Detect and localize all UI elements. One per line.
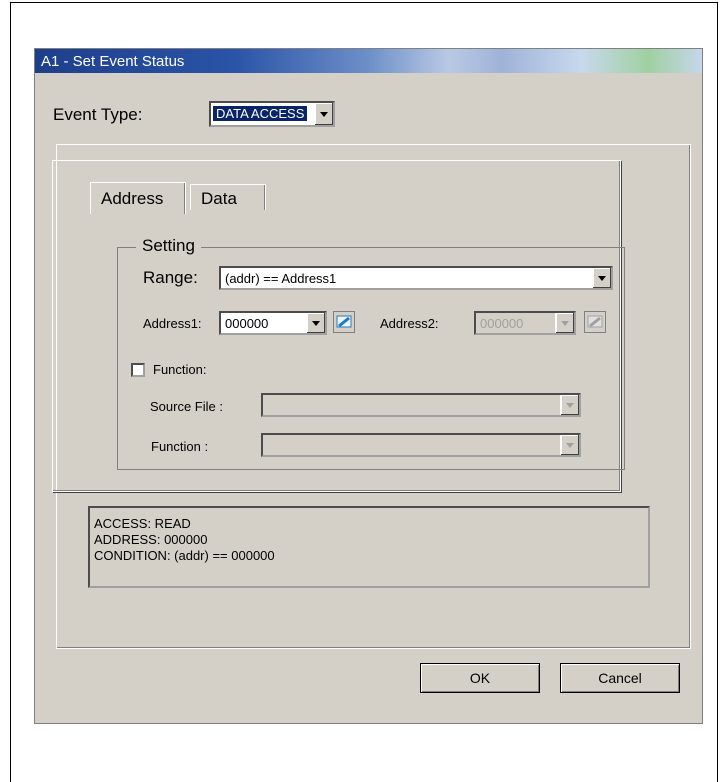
dropdown-arrow-icon[interactable]	[555, 313, 574, 333]
address-browse-icon	[587, 315, 603, 328]
address1-label: Address1:	[143, 316, 202, 331]
address-browse-icon	[336, 315, 352, 328]
address2-browse-button[interactable]	[584, 311, 606, 333]
address2-value: 000000	[480, 316, 524, 331]
event-type-label: Event Type:	[53, 105, 143, 124]
summary-line: ACCESS: READ	[94, 516, 191, 531]
range-select[interactable]: (addr) == Address1	[219, 266, 613, 290]
tab-data[interactable]: Data	[190, 184, 266, 210]
summary-line: CONDITION: (addr) == 000000	[94, 548, 275, 563]
cancel-button[interactable]: Cancel	[560, 663, 680, 693]
address1-select[interactable]: 000000	[219, 311, 327, 335]
address1-value: 000000	[225, 316, 269, 331]
address2-label: Address2:	[380, 316, 439, 331]
dropdown-arrow-icon[interactable]	[592, 268, 611, 288]
condition-summary: ACCESS: READ ADDRESS: 000000 CONDITION: …	[88, 506, 650, 588]
function-checkbox[interactable]	[131, 363, 145, 377]
range-label: Range:	[143, 268, 198, 287]
address1-browse-button[interactable]	[333, 311, 355, 333]
function-select[interactable]	[261, 433, 581, 457]
source-file-select[interactable]	[261, 393, 581, 417]
tab-address[interactable]: Address	[90, 182, 186, 214]
range-value: (addr) == Address1	[225, 271, 337, 286]
event-type-select[interactable]: DATA ACCESS	[209, 101, 335, 127]
address2-select[interactable]: 000000	[474, 311, 576, 335]
dropdown-arrow-icon[interactable]	[314, 103, 333, 125]
dropdown-arrow-icon[interactable]	[560, 435, 579, 455]
event-type-value: DATA ACCESS	[213, 106, 308, 121]
function-label: Function :	[151, 439, 209, 454]
ok-button[interactable]: OK	[420, 663, 540, 693]
title-bar[interactable]: A1 - Set Event Status	[35, 49, 702, 73]
dropdown-arrow-icon[interactable]	[306, 313, 325, 333]
dialog-title: A1 - Set Event Status	[41, 53, 185, 70]
function-checkbox-label: Function:	[153, 362, 207, 377]
dropdown-arrow-icon[interactable]	[560, 395, 579, 415]
setting-legend: Setting	[136, 236, 201, 256]
summary-line: ADDRESS: 000000	[94, 532, 208, 547]
source-file-label: Source File :	[150, 399, 223, 414]
